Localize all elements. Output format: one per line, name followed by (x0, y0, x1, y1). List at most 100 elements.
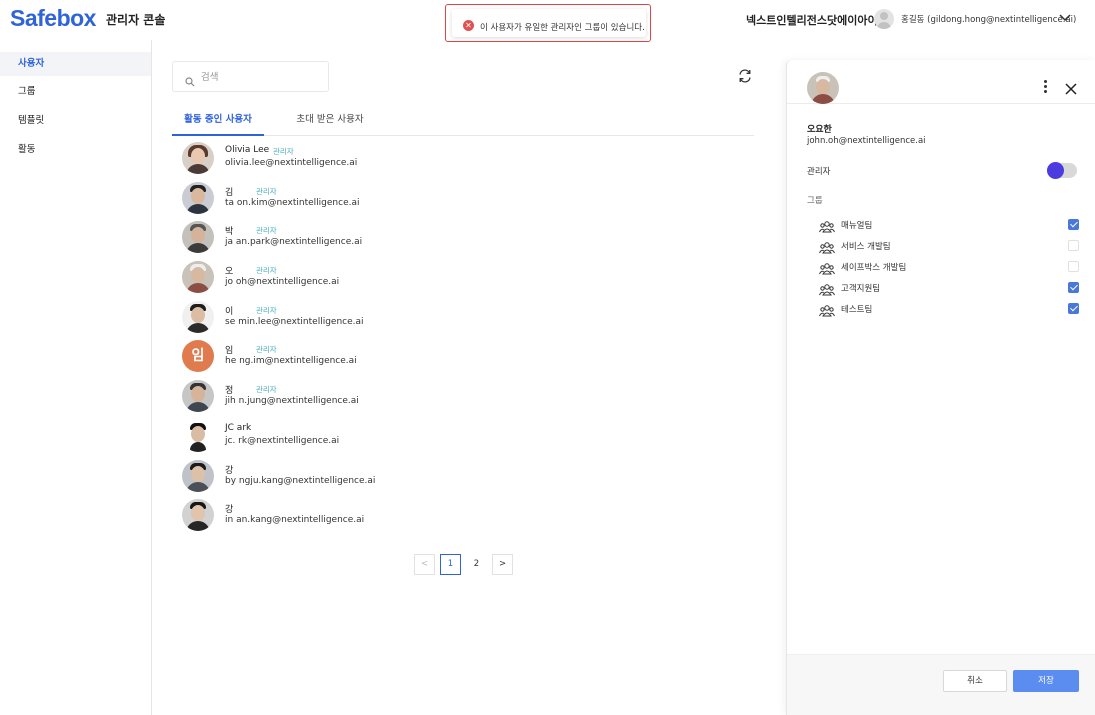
panel-user-name: 오요한 (807, 125, 832, 135)
tab-invited-users[interactable]: 초대 받은 사용자 (284, 107, 376, 136)
table-row[interactable]: 이 관리자 se min.lee@nextintelligence.ai (182, 300, 742, 340)
chevron-down-icon[interactable] (1058, 10, 1072, 29)
user-email: ta on.kim@nextintelligence.ai (225, 197, 360, 208)
panel-header (787, 60, 1095, 104)
refresh-icon[interactable] (737, 68, 753, 88)
admin-badge: 관리자 (256, 266, 277, 276)
user-account-label[interactable]: 홍길동 (gildong.hong@nextintelligence.ai) (901, 13, 1076, 25)
user-email: in an.kang@nextintelligence.ai (225, 515, 365, 526)
sidebar-item-users[interactable]: 사용자 (0, 52, 151, 76)
group-name: 테스트팀 (841, 305, 873, 315)
user-email: he ng.im@nextintelligence.ai (225, 356, 357, 367)
table-row[interactable]: Olivia Lee 관리자 olivia.lee@nextintelligen… (182, 141, 742, 181)
user-email: jc. rk@nextintelligence.ai (225, 435, 340, 446)
user-email: by ngju.kang@nextintelligence.ai (225, 475, 376, 486)
search-box[interactable] (172, 61, 329, 92)
avatar (182, 142, 214, 174)
admin-badge: 관리자 (256, 345, 277, 355)
avatar (182, 419, 214, 452)
user-email: olivia.lee@nextintelligence.ai (225, 158, 358, 168)
avatar (182, 459, 214, 492)
avatar (182, 181, 214, 214)
group-checkbox[interactable] (1068, 261, 1079, 272)
cancel-button[interactable]: 취소 (943, 670, 1007, 692)
group-checkbox[interactable] (1068, 240, 1079, 251)
table-row[interactable]: JC ark jc. rk@nextintelligence.ai (182, 419, 742, 459)
panel-user-email: john.oh@nextintelligence.ai (807, 136, 926, 146)
table-row[interactable]: 정 관리자 jih n.jung@nextintelligence.ai (182, 379, 742, 419)
user-avatar[interactable] (874, 9, 894, 29)
user-email: jo oh@nextintelligence.ai (225, 277, 340, 288)
admin-badge: 관리자 (256, 186, 277, 196)
avatar (807, 72, 839, 104)
toggle-knob (1047, 162, 1064, 179)
next-page-button[interactable]: > (492, 554, 513, 575)
error-toast-frame: ✕ 이 사용자가 유일한 관리자인 그룹이 있습니다. (445, 4, 651, 42)
avatar (182, 380, 214, 413)
sidebar-item-templates[interactable]: 템플릿 (0, 109, 151, 133)
user-name: 강 (225, 505, 234, 516)
group-icon (819, 302, 835, 321)
user-tabs: 활동 중인 사용자 초대 받은 사용자 (172, 107, 754, 136)
user-name: 이 (225, 306, 234, 317)
save-button[interactable]: 저장 (1013, 670, 1079, 692)
more-options-icon[interactable] (1040, 80, 1050, 96)
avatar (182, 499, 214, 532)
user-email: jih n.jung@nextintelligence.ai (225, 396, 359, 407)
group-row[interactable]: 매뉴얼팀 (819, 214, 1079, 234)
group-checkbox[interactable] (1068, 282, 1079, 293)
table-row[interactable]: 김 관리자 ta on.kim@nextintelligence.ai (182, 181, 742, 221)
table-row[interactable]: 박 관리자 ja an.park@nextintelligence.ai (182, 220, 742, 260)
prev-page-button[interactable]: < (414, 554, 435, 575)
avatar-initial: 임 (182, 340, 214, 373)
avatar (182, 261, 214, 294)
admin-badge: 관리자 (256, 226, 277, 236)
table-row[interactable]: 강 in an.kang@nextintelligence.ai (182, 498, 742, 538)
group-name: 세이프박스 개발팀 (841, 263, 907, 273)
group-row[interactable]: 고객지원팀 (819, 277, 1079, 297)
user-name: 박 (225, 227, 234, 238)
user-detail-panel: 오요한 john.oh@nextintelligence.ai 관리자 그룹 매… (786, 60, 1095, 715)
groups-label: 그룹 (807, 196, 823, 206)
group-checkbox[interactable] (1068, 303, 1079, 314)
group-row[interactable]: 테스트팀 (819, 298, 1079, 318)
group-row[interactable]: 세이프박스 개발팀 (819, 256, 1079, 276)
avatar (182, 300, 214, 333)
search-input[interactable] (201, 69, 321, 85)
tab-active-users[interactable]: 활동 중인 사용자 (172, 107, 264, 136)
admin-badge: 관리자 (256, 305, 277, 315)
group-checkbox[interactable] (1068, 219, 1079, 230)
user-name: 오 (225, 267, 234, 278)
search-icon (185, 72, 195, 91)
sidebar: 사용자 그룹 템플릿 활동 (0, 40, 152, 715)
user-email: se min.lee@nextintelligence.ai (225, 316, 364, 327)
user-name: 임 (225, 346, 234, 357)
user-name: 정 (225, 386, 234, 397)
page-button-1[interactable]: 1 (440, 554, 461, 575)
group-row[interactable]: 서비스 개발팀 (819, 235, 1079, 255)
user-name: Olivia Lee (225, 145, 270, 155)
safebox-logo[interactable]: Safebox (10, 5, 96, 32)
admin-badge: 관리자 (273, 147, 294, 156)
close-icon[interactable] (1065, 80, 1077, 99)
error-icon: ✕ (463, 20, 474, 31)
sidebar-item-activity[interactable]: 활동 (0, 138, 151, 162)
admin-toggle-label: 관리자 (807, 167, 831, 177)
table-row[interactable]: 임 임 관리자 he ng.im@nextintelligence.ai (182, 339, 742, 379)
error-toast: ✕ 이 사용자가 유일한 관리자인 그룹이 있습니다. (452, 9, 646, 37)
user-list: Olivia Lee 관리자 olivia.lee@nextintelligen… (182, 141, 742, 538)
admin-toggle[interactable] (1047, 162, 1077, 179)
panel-footer: 취소 저장 (787, 654, 1095, 715)
console-title: 관리자 콘솔 (106, 13, 166, 27)
page-button-2[interactable]: 2 (466, 554, 487, 575)
admin-badge: 관리자 (256, 385, 277, 395)
user-name: JC ark (225, 422, 252, 433)
table-row[interactable]: 오 관리자 jo oh@nextintelligence.ai (182, 260, 742, 300)
user-name: 강 (225, 465, 234, 476)
table-row[interactable]: 강 by ngju.kang@nextintelligence.ai (182, 459, 742, 499)
group-name: 서비스 개발팀 (841, 242, 891, 252)
user-email: ja an.park@nextintelligence.ai (225, 237, 363, 248)
sidebar-item-groups[interactable]: 그룹 (0, 80, 151, 104)
group-name: 고객지원팀 (841, 284, 881, 294)
org-name: 넥스트인텔리전스닷에이아이 (746, 14, 878, 27)
